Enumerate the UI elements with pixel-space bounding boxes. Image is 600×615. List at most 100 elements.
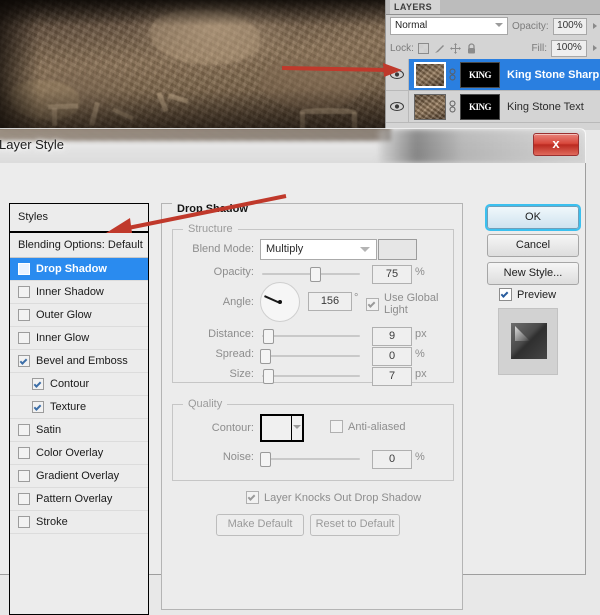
gradient-overlay-checkbox[interactable] (18, 470, 30, 482)
inner-glow-checkbox[interactable] (18, 332, 30, 344)
size-slider-knob[interactable] (263, 369, 274, 384)
make-default-button[interactable]: Make Default (216, 514, 304, 536)
layer-name[interactable]: King Stone Sharp (507, 69, 599, 81)
texture-checkbox[interactable] (32, 401, 44, 413)
distance-slider[interactable] (262, 335, 360, 337)
stroke-checkbox[interactable] (18, 516, 30, 528)
inner-shadow-checkbox[interactable] (18, 286, 30, 298)
layer-row[interactable]: KING King Stone Text (386, 91, 600, 123)
sidebar-item-texture[interactable]: Texture (10, 396, 148, 419)
all-lock-icon[interactable] (466, 43, 477, 54)
anti-aliased-checkbox[interactable]: Anti-aliased (330, 420, 405, 433)
opacity-input[interactable]: 75 (372, 265, 412, 284)
size-input[interactable]: 7 (372, 367, 412, 386)
noise-slider[interactable] (262, 458, 360, 460)
distance-input[interactable]: 9 (372, 327, 412, 346)
styles-list: Styles Blending Options: Default Drop Sh… (9, 203, 149, 615)
satin-checkbox[interactable] (18, 424, 30, 436)
preview-checkbox[interactable]: Preview (499, 288, 556, 301)
sidebar-item-label: Texture (50, 401, 86, 413)
distance-unit: px (415, 328, 427, 340)
spread-slider[interactable] (262, 355, 360, 357)
sidebar-item-gradient-overlay[interactable]: Gradient Overlay (10, 465, 148, 488)
layer-mask-thumbnail[interactable]: KING (460, 62, 500, 88)
opacity-label: Opacity: (170, 266, 254, 278)
layer-knocks-out-checkbox[interactable]: Layer Knocks Out Drop Shadow (246, 491, 421, 504)
outer-glow-checkbox[interactable] (18, 309, 30, 321)
fill-flyout-icon[interactable] (593, 45, 597, 51)
new-style-button[interactable]: New Style... (487, 262, 579, 285)
sidebar-item-label: Inner Shadow (36, 286, 104, 298)
sidebar-item-label: Drop Shadow (36, 263, 107, 275)
opacity-slider-knob[interactable] (310, 267, 321, 282)
opacity-flyout-icon[interactable] (593, 23, 597, 29)
opacity-value[interactable]: 100% (553, 18, 587, 35)
reset-to-default-button[interactable]: Reset to Default (310, 514, 400, 536)
tab-layers[interactable]: LAYERS (390, 0, 440, 14)
layer-blend-mode-select[interactable]: Normal (390, 17, 508, 35)
chevron-down-icon (293, 425, 301, 429)
sidebar-item-pattern-overlay[interactable]: Pattern Overlay (10, 488, 148, 511)
styles-list-header[interactable]: Styles (10, 204, 148, 233)
sidebar-item-contour[interactable]: Contour (10, 373, 148, 396)
lock-row: Lock: Fill: 100% (386, 37, 600, 59)
lock-label: Lock: (390, 43, 414, 54)
blend-mode-select[interactable]: Multiply (260, 239, 377, 260)
sidebar-item-stroke[interactable]: Stroke (10, 511, 148, 534)
layer-mask-thumbnail[interactable]: KING (460, 94, 500, 120)
spread-label: Spread: (170, 348, 254, 360)
ok-button[interactable]: OK (487, 206, 579, 229)
sidebar-item-outer-glow[interactable]: Outer Glow (10, 304, 148, 327)
drop-shadow-checkbox[interactable] (18, 263, 30, 275)
noise-slider-knob[interactable] (260, 452, 271, 467)
angle-dial[interactable] (260, 282, 300, 322)
opacity-unit: % (415, 266, 425, 278)
angle-unit: ° (354, 292, 358, 304)
contour-preset-select[interactable] (260, 414, 304, 442)
layer-name[interactable]: King Stone Text (507, 101, 584, 113)
layers-panel: LAYERS Normal Opacity: 100% Lock: (385, 0, 600, 130)
noise-input[interactable]: 0 (372, 450, 412, 469)
contour-checkbox[interactable] (32, 378, 44, 390)
layer-visibility-eye-icon[interactable] (386, 91, 409, 122)
paint-lock-icon[interactable] (434, 43, 445, 54)
cancel-button[interactable]: Cancel (487, 234, 579, 257)
angle-input[interactable]: 156 (308, 292, 352, 311)
layer-link-icon[interactable] (446, 100, 458, 113)
layer-visibility-eye-icon[interactable] (386, 59, 409, 90)
distance-slider-knob[interactable] (263, 329, 274, 344)
move-lock-icon[interactable] (450, 43, 461, 54)
sidebar-item-drop-shadow[interactable]: Drop Shadow (10, 258, 148, 281)
shadow-color-swatch[interactable] (378, 239, 417, 260)
color-overlay-checkbox[interactable] (18, 447, 30, 459)
spread-input[interactable]: 0 (372, 347, 412, 366)
checkbox-box (330, 420, 343, 433)
layer-link-icon[interactable] (446, 68, 458, 81)
close-icon[interactable]: x (533, 133, 579, 156)
layer-thumbnail[interactable] (414, 62, 446, 88)
blend-mode-label: Blend Mode: (170, 243, 254, 255)
style-preview-thumbnail (511, 323, 547, 359)
sidebar-item-blending-options[interactable]: Blending Options: Default (10, 233, 148, 258)
transparency-lock-icon[interactable] (418, 43, 429, 54)
layer-thumbnail[interactable] (414, 94, 446, 120)
layer-row[interactable]: KING King Stone Sharp (386, 59, 600, 91)
anti-aliased-label: Anti-aliased (348, 421, 405, 433)
sidebar-item-inner-shadow[interactable]: Inner Shadow (10, 281, 148, 304)
dialog-titlebar[interactable]: Layer Style x (0, 128, 586, 163)
blend-mode-value: Multiply (266, 243, 303, 255)
sidebar-item-satin[interactable]: Satin (10, 419, 148, 442)
style-preview-box (498, 308, 558, 375)
size-slider[interactable] (262, 375, 360, 377)
sidebar-item-label: Color Overlay (36, 447, 103, 459)
sidebar-item-color-overlay[interactable]: Color Overlay (10, 442, 148, 465)
spread-slider-knob[interactable] (260, 349, 271, 364)
pattern-overlay-checkbox[interactable] (18, 493, 30, 505)
sidebar-item-inner-glow[interactable]: Inner Glow (10, 327, 148, 350)
drop-shadow-settings-panel: Drop Shadow Structure Blend Mode: Multip… (161, 203, 463, 610)
sidebar-item-bevel-and-emboss[interactable]: Bevel and Emboss (10, 350, 148, 373)
fill-value[interactable]: 100% (551, 40, 587, 57)
use-global-light-checkbox[interactable]: Use Global Light (366, 292, 462, 316)
bevel-and-emboss-checkbox[interactable] (18, 355, 30, 367)
lock-icon-group (418, 43, 477, 54)
